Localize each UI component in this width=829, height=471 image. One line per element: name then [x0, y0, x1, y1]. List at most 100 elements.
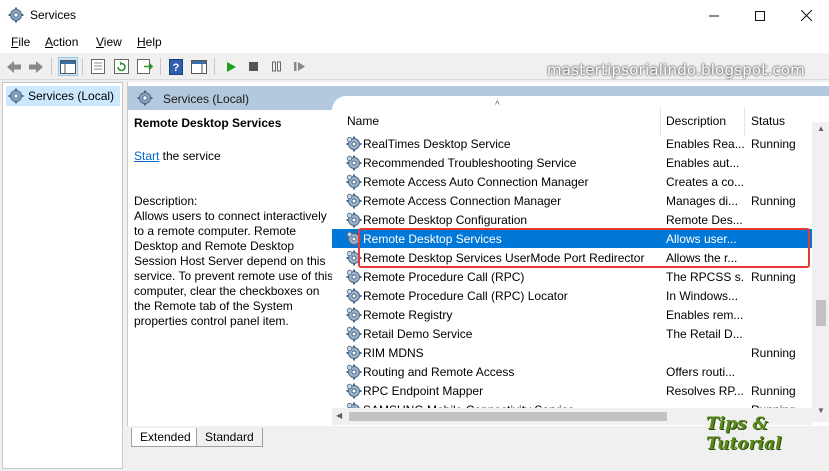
watermark-blog-url: mastertipsorialindo.blogspot.com	[546, 61, 805, 79]
menu-action[interactable]: Action	[45, 35, 78, 49]
stop-service-button[interactable]	[243, 57, 263, 76]
properties-icon	[91, 59, 105, 74]
vertical-scrollbar[interactable]: ▲ ▼	[812, 122, 829, 422]
start-service-icon	[227, 61, 236, 72]
service-name: Remote Procedure Call (RPC)	[363, 270, 525, 284]
service-name: Recommended Troubleshooting Service	[363, 156, 577, 170]
services-gear-icon	[8, 88, 24, 104]
refresh-icon	[113, 59, 129, 74]
pause-service-button[interactable]	[266, 57, 286, 76]
menu-bar: File Action View Help	[0, 31, 829, 53]
show-hide-action-pane-button[interactable]	[189, 57, 209, 76]
service-name: RIM MDNS	[363, 346, 424, 360]
service-name: Remote Desktop Configuration	[363, 213, 528, 227]
maximize-icon	[755, 10, 765, 21]
service-description: The RPCSS s...	[666, 270, 744, 284]
column-name-label: Name	[347, 114, 380, 128]
forward-button[interactable]	[26, 57, 46, 76]
back-arrow-icon	[7, 60, 21, 73]
service-row[interactable]: RPC Endpoint Mapper Resolves RP... Running	[332, 381, 812, 400]
help-button[interactable]: ?	[166, 57, 186, 76]
service-description: In Windows...	[666, 289, 739, 303]
menu-view-accelerator: V	[96, 35, 104, 49]
service-gear-icon	[345, 382, 362, 399]
service-row[interactable]: RealTimes Desktop Service Enables Rea... R…	[332, 134, 812, 153]
title-bar: Services	[0, 0, 829, 31]
description-label: Description:	[134, 194, 198, 208]
service-gear-icon	[345, 211, 362, 228]
close-icon	[800, 10, 812, 21]
menu-help[interactable]: Help	[137, 35, 162, 49]
service-name: Remote Registry	[363, 308, 453, 322]
service-row[interactable]: Routing and Remote Access Offers routi...	[332, 362, 812, 381]
pause-service-icon	[271, 61, 281, 72]
extended-description-panel: Remote Desktop Services Start the servic…	[128, 110, 333, 428]
services-gear-icon	[137, 90, 153, 106]
start-service-link[interactable]: Start	[134, 149, 159, 163]
service-row[interactable]: Remote Procedure Call (RPC) Locator In Wi…	[332, 286, 812, 305]
window-title: Services	[30, 8, 77, 22]
service-row[interactable]: Remote Access Connection Manager Manages …	[332, 191, 812, 210]
column-divider[interactable]	[744, 108, 745, 136]
service-gear-icon	[345, 192, 362, 209]
service-row[interactable]: Remote Registry Enables rem...	[332, 305, 812, 324]
service-status: Running	[751, 194, 796, 208]
export-list-icon	[137, 59, 153, 74]
column-divider[interactable]	[660, 108, 661, 136]
minimize-button[interactable]	[691, 0, 737, 31]
service-status: Running	[751, 137, 796, 151]
service-row[interactable]: Retail Demo Service The Retail D...	[332, 324, 812, 343]
restart-service-button[interactable]	[289, 57, 309, 76]
horizontal-scroll-thumb[interactable]	[349, 412, 667, 421]
service-description: Manages di...	[666, 194, 739, 208]
service-row[interactable]: Remote Desktop Configuration Remote Des..…	[332, 210, 812, 229]
service-row[interactable]: RIM MDNS Running	[332, 343, 812, 362]
menu-file[interactable]: File	[11, 35, 30, 49]
stop-service-icon	[248, 62, 258, 71]
service-row[interactable]: Remote Procedure Call (RPC) The RPCSS s..…	[332, 267, 812, 286]
services-rows: RealTimes Desktop Service Enables Rea... R…	[332, 134, 812, 414]
show-hide-console-tree-button[interactable]	[58, 57, 78, 76]
service-name: RPC Endpoint Mapper	[363, 384, 484, 398]
back-button[interactable]	[4, 57, 24, 76]
service-action: Start the service	[134, 149, 221, 163]
column-header-name[interactable]: Name ^	[332, 96, 662, 136]
services-gear-icon	[8, 7, 24, 23]
service-gear-icon	[345, 268, 362, 285]
scroll-left-icon[interactable]: ◀	[336, 411, 342, 420]
properties-button[interactable]	[88, 57, 108, 76]
service-description: Remote Des...	[666, 213, 743, 227]
tab-extended[interactable]: Extended	[131, 428, 200, 447]
service-row[interactable]: Remote Access Auto Connection Manager Cre…	[332, 172, 812, 191]
menu-view[interactable]: View	[96, 35, 122, 49]
selected-service-name: Remote Desktop Services	[134, 116, 282, 130]
scroll-up-icon[interactable]: ▲	[817, 124, 825, 133]
description-text: Allows users to connect interactively to…	[134, 209, 334, 328]
service-gear-icon	[345, 287, 362, 304]
close-button[interactable]	[783, 0, 829, 31]
service-status: Running	[751, 384, 796, 398]
services-window: Services File Action View Help ? mastert…	[0, 0, 829, 471]
start-service-button[interactable]	[221, 57, 241, 76]
tab-standard[interactable]: Standard	[196, 428, 263, 447]
service-name: Remote Access Auto Connection Manager	[363, 175, 589, 189]
service-gear-icon	[345, 344, 362, 361]
sort-ascending-icon: ^	[495, 100, 500, 111]
pane-header-title: Services (Local)	[163, 92, 250, 106]
show-hide-console-tree-icon	[60, 59, 76, 74]
refresh-button[interactable]	[111, 57, 131, 76]
maximize-button[interactable]	[737, 0, 783, 31]
tree-item-services-local[interactable]: Services (Local)	[6, 86, 120, 106]
vertical-scroll-thumb[interactable]	[816, 300, 826, 326]
console-tree: Services (Local)	[2, 82, 123, 469]
show-hide-action-pane-icon	[191, 59, 207, 74]
service-action-text: the service	[159, 149, 221, 163]
annotation-highlight-box	[358, 228, 810, 268]
column-header-description[interactable]: Description	[662, 96, 746, 136]
column-header-status[interactable]: Status	[746, 96, 812, 136]
service-status: Running	[751, 270, 796, 284]
service-description: Enables Rea...	[666, 137, 744, 151]
export-list-button[interactable]	[135, 57, 155, 76]
watermark-tips-tutorial: Tips & Tutorial	[706, 414, 782, 454]
service-row[interactable]: Recommended Troubleshooting Service Enabl…	[332, 153, 812, 172]
